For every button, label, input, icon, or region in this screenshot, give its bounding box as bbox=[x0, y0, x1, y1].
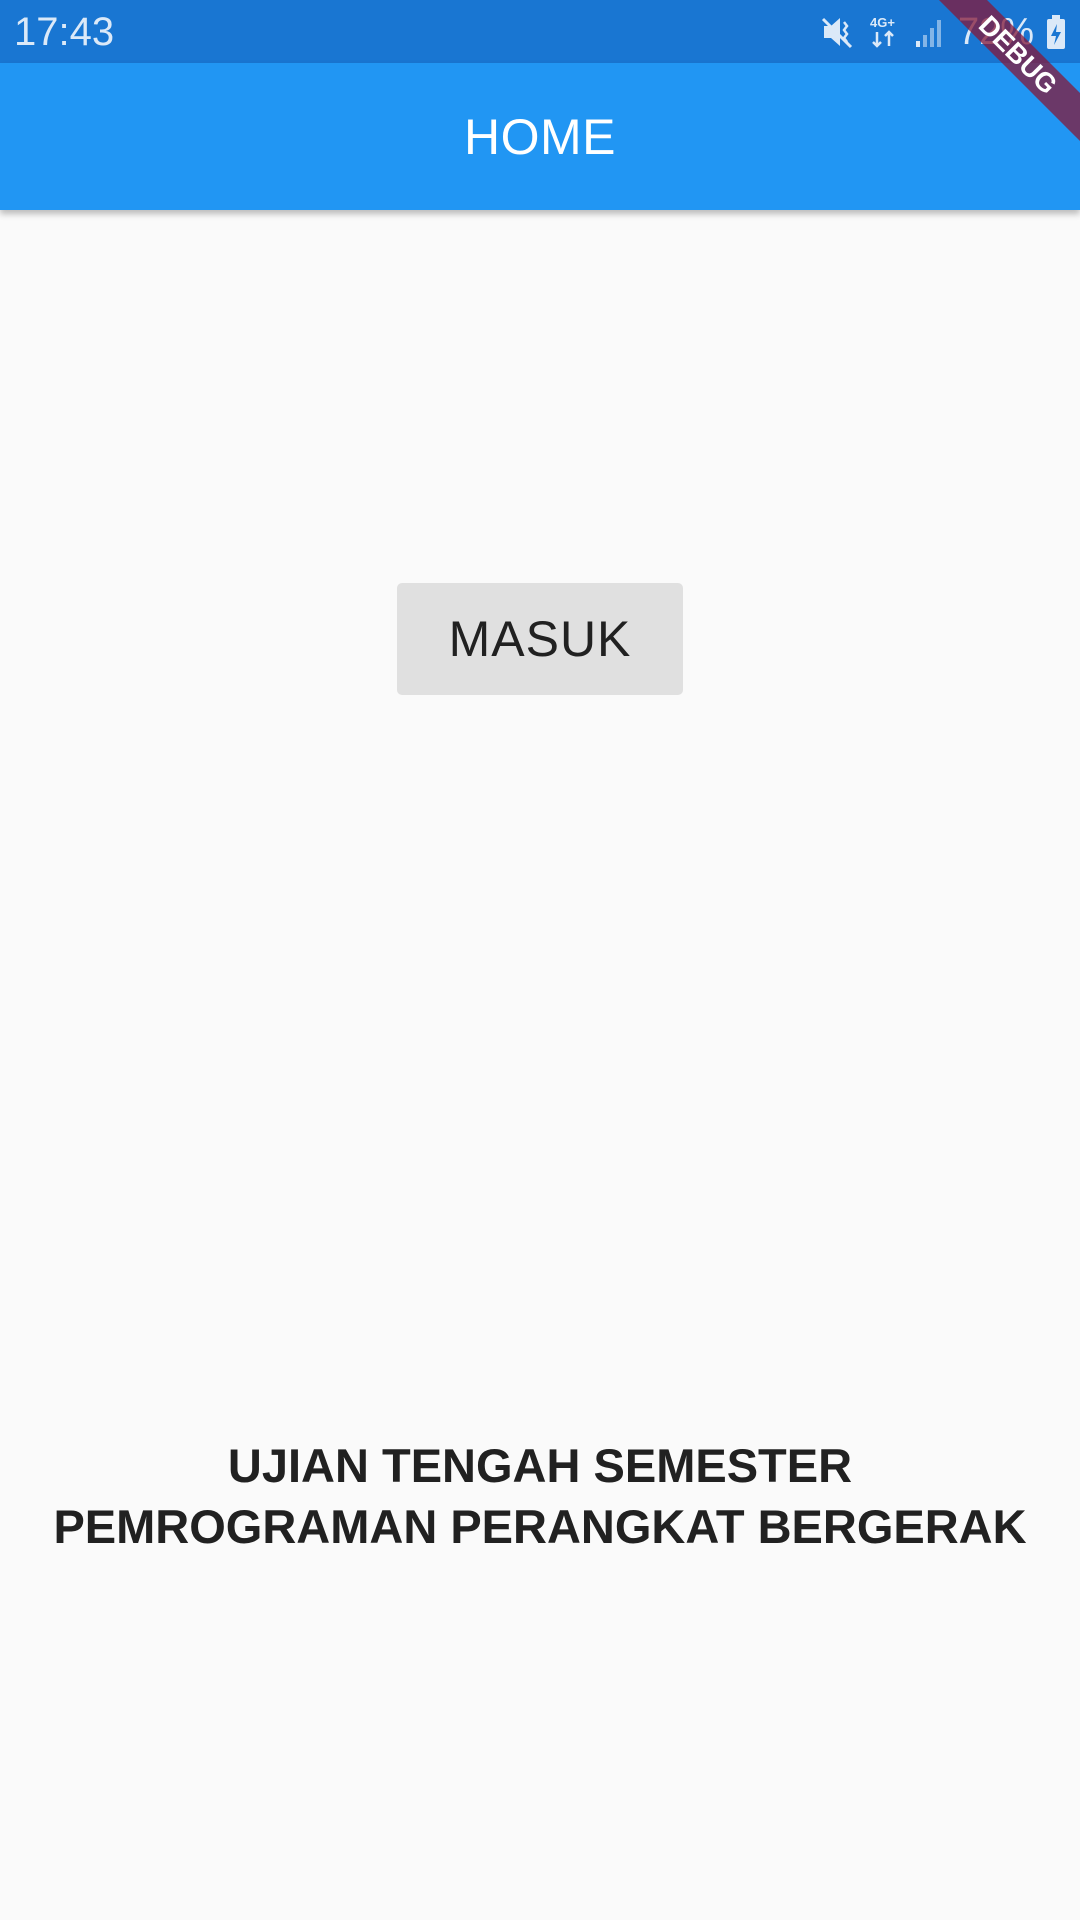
status-bar: 17:43 4G+ 72% bbox=[0, 0, 1080, 63]
battery-charging-icon bbox=[1046, 14, 1066, 50]
mute-vibrate-icon bbox=[820, 14, 856, 50]
exam-title-line-2: PEMROGRAMAN PERANGKAT BERGERAK bbox=[53, 1500, 1027, 1553]
status-time: 17:43 bbox=[14, 10, 115, 54]
svg-text:4G+: 4G+ bbox=[870, 15, 895, 30]
battery-percent: 72% bbox=[957, 11, 1034, 53]
masuk-button[interactable]: MASUK bbox=[397, 583, 683, 695]
network-4g-icon: 4G+ bbox=[868, 14, 902, 50]
signal-icon bbox=[914, 15, 946, 49]
status-icons: 4G+ 72% bbox=[820, 12, 1066, 52]
app-bar: HOME bbox=[0, 63, 1080, 210]
exam-title: UJIAN TENGAH SEMESTER PEMROGRAMAN PERANG… bbox=[0, 1435, 1080, 1557]
exam-title-line-1: UJIAN TENGAH SEMESTER bbox=[227, 1439, 853, 1492]
page-title: HOME bbox=[464, 108, 616, 165]
